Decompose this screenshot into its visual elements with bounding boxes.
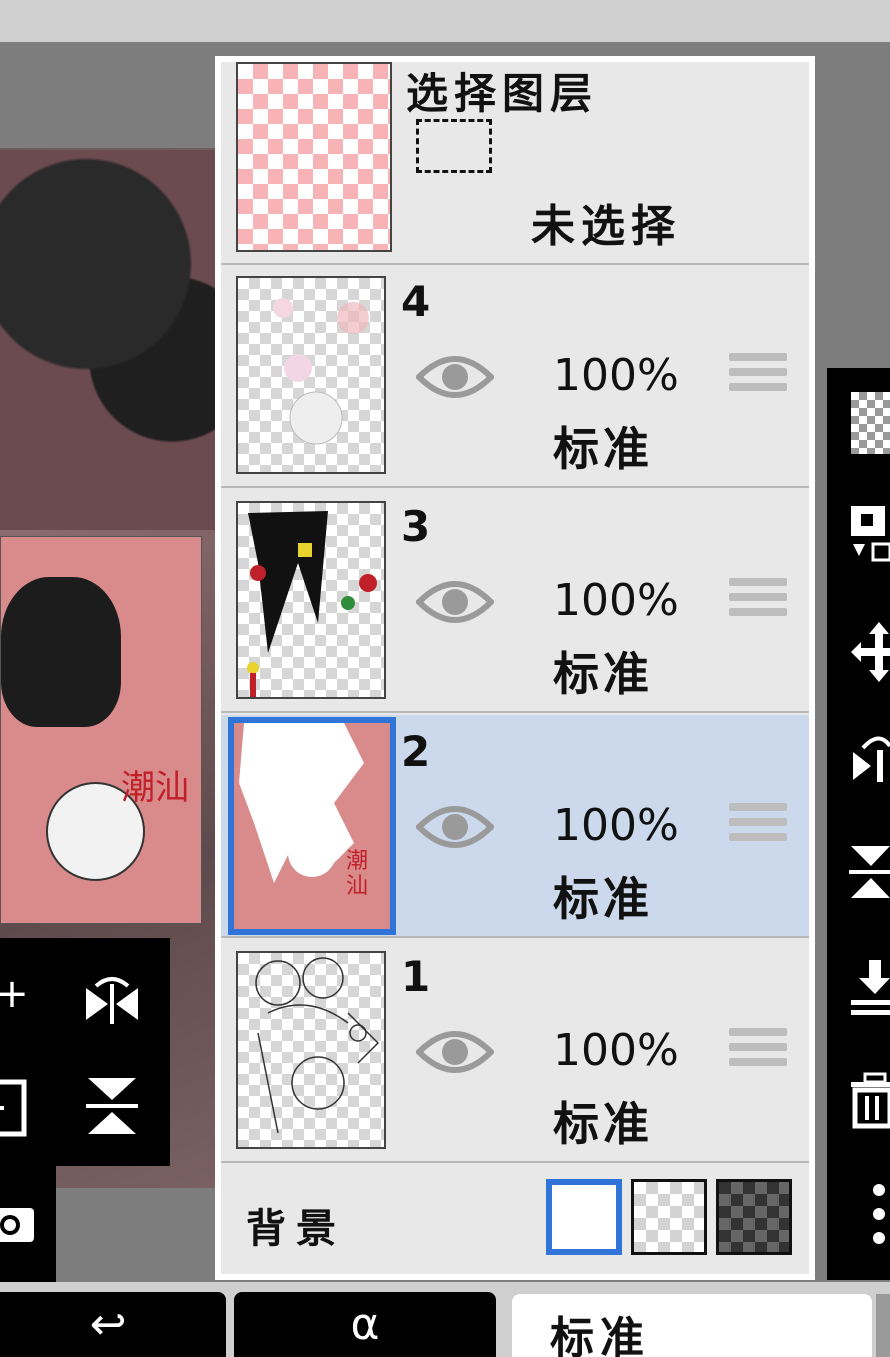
add-layer-icon[interactable]: + [0,974,42,1014]
canvas-upper-art [0,150,215,530]
selection-layer-row[interactable]: 选择图层 未选择 [221,62,809,265]
eye-icon[interactable] [414,576,496,628]
layer-opacity: 100% [553,575,679,626]
flip-vertical-icon[interactable] [847,840,890,904]
layer-row-1[interactable]: 1 100% 标准 [221,940,809,1163]
svg-text:潮: 潮 [346,849,368,874]
eye-icon[interactable] [414,801,496,853]
top-bar [0,0,890,42]
layer-thumbnail-1 [236,951,386,1149]
layer-row-4[interactable]: 4 100% 标准 [221,265,809,488]
left-toolbar: + [0,938,170,1166]
move-icon[interactable] [847,620,890,684]
layer-thumbnail-3 [236,501,386,699]
drag-handle-icon[interactable] [729,803,787,848]
layer-blend-mode: 标准 [553,647,653,701]
layer-panel: 选择图层 未选择 4 100% 标准 3 100% 标准 潮 汕 2 100% … [215,56,815,1280]
flip-horizontal-icon[interactable] [847,730,890,794]
transparency-icon[interactable] [851,392,890,454]
right-toolbar [827,368,890,1280]
layer-opacity: 100% [553,1025,679,1076]
undo-icon: ↩ [89,1299,127,1350]
flip-horizontal-icon[interactable] [82,976,142,1033]
selection-status: 未选择 [531,201,681,252]
layer-number: 3 [401,502,431,551]
background-checker-dark-option[interactable] [716,1179,792,1255]
selection-layer-title: 选择图层 [406,69,599,118]
trash-icon[interactable] [847,1066,890,1130]
eye-icon[interactable] [414,1026,496,1078]
undo-button[interactable]: ↩ [0,1292,226,1357]
layer-list[interactable]: 选择图层 未选择 4 100% 标准 3 100% 标准 潮 汕 2 100% … [221,62,809,1274]
alpha-lock-icon: α [350,1299,380,1350]
layer-number: 4 [401,277,431,326]
background-row: 背景 [221,1162,809,1274]
camera-icon[interactable] [0,1200,42,1251]
layer-thumbnail-4 [236,276,386,474]
svg-text:汕: 汕 [346,874,368,899]
layer-number: 2 [401,727,431,776]
blend-mode-label: 标准 [550,1313,650,1357]
background-label: 背景 [246,1206,346,1252]
layer-opacity: 100% [553,350,679,401]
layer-thumbnail-2: 潮汕 [228,717,396,935]
layer-opacity: 100% [553,800,679,851]
bottom-bar-edge [876,1294,890,1357]
background-checker-light-option[interactable] [631,1179,707,1255]
more-icon[interactable] [847,1180,890,1244]
background-white-option[interactable] [546,1179,622,1255]
alpha-lock-button[interactable]: α [234,1292,496,1357]
copy-layer-icon[interactable] [847,500,890,564]
layer-blend-mode: 标准 [553,872,653,926]
layer-row-2[interactable]: 潮汕 2 100% 标准 [221,715,809,938]
drag-handle-icon[interactable] [729,1028,787,1073]
selection-layer-thumbnail [236,62,392,252]
merge-down-icon[interactable] [847,956,890,1020]
add-copy-icon[interactable] [0,1078,34,1145]
art-signature: 潮汕 [121,768,189,808]
layer-number: 1 [401,952,431,1001]
layer-row-3[interactable]: 3 100% 标准 [221,490,809,713]
canvas-artwork[interactable]: 潮汕 [0,536,202,924]
art-figure [1,577,121,727]
layer-blend-mode: 标准 [553,1097,653,1151]
drag-handle-icon[interactable] [729,353,787,398]
bottom-bar: ↩ α 标准 [0,1282,890,1357]
drag-handle-icon[interactable] [729,578,787,623]
eye-icon[interactable] [414,351,496,403]
blend-mode-button[interactable]: 标准 [512,1294,872,1357]
flip-vertical-icon[interactable] [82,1074,142,1145]
left-toolbar-lower [0,1166,56,1282]
selection-marquee-icon [416,119,492,173]
layer-blend-mode: 标准 [553,422,653,476]
